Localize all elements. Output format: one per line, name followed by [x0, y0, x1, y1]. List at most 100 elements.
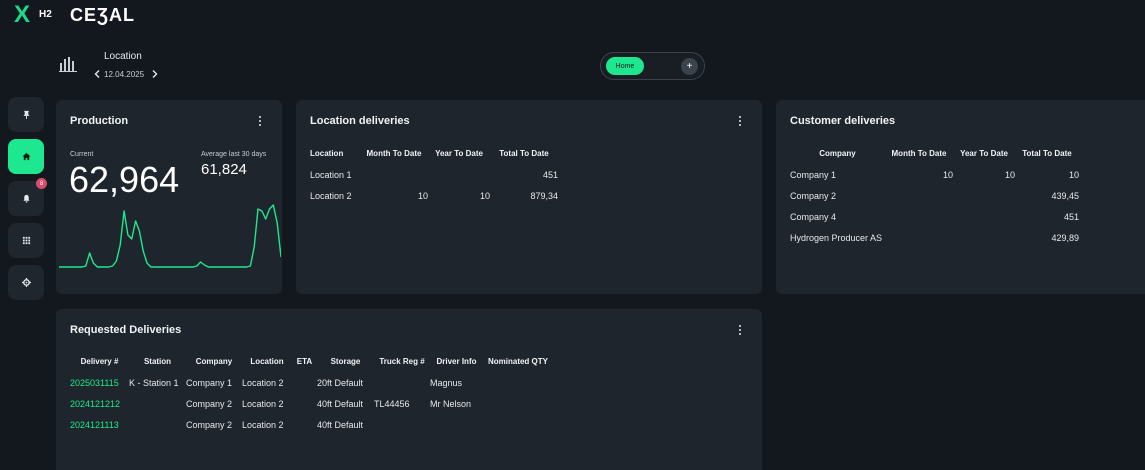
sidebar-settings-button[interactable] — [8, 265, 44, 300]
production-card: Production Current 62,964 Average last 3… — [56, 100, 282, 294]
table-cell — [129, 393, 186, 414]
table-cell: 10 — [942, 169, 953, 180]
sidebar-pin-button[interactable] — [8, 97, 44, 132]
table-cell — [885, 185, 953, 206]
table-row: Company 2 439,45 — [790, 185, 1079, 206]
table-cell — [428, 164, 490, 185]
table-header: ETA — [296, 357, 313, 366]
chevron-right-icon[interactable] — [150, 69, 160, 79]
add-tab-button[interactable]: + — [681, 58, 698, 75]
table-cell — [430, 414, 483, 435]
brand-x-mark: X — [14, 1, 31, 28]
brand-name: CEƷAL — [70, 5, 135, 25]
table-cell: 10 — [1068, 169, 1079, 180]
production-average-label: Average last 30 days — [201, 151, 267, 158]
table-header: Month To Date — [366, 149, 422, 158]
table-cell: Company 2 — [186, 419, 233, 430]
tab-home[interactable]: Home — [606, 57, 644, 75]
location-date: 12.04.2025 — [104, 69, 145, 79]
table-header: Station — [143, 357, 172, 366]
table-cell: 429,89 — [1051, 232, 1079, 243]
table-cell — [292, 372, 317, 393]
table-cell — [953, 185, 1015, 206]
date-navigator: 12.04.2025 — [92, 69, 160, 79]
table-row: Location 2 10 10 879,34 — [310, 185, 558, 206]
table-row: 2025031115 K - Station 1 Company 1 Locat… — [70, 372, 553, 393]
chart-bars-icon — [59, 57, 77, 72]
table-header: Total To Date — [499, 149, 549, 158]
location-deliveries-title: Location deliveries — [310, 115, 410, 127]
table-cell — [374, 414, 430, 435]
table-cell: Company 1 — [186, 377, 233, 388]
table-cell: Company 2 — [790, 190, 837, 201]
bell-icon — [22, 194, 30, 203]
table-cell: 10 — [1004, 169, 1015, 180]
requested-deliveries-title: Requested Deliveries — [70, 324, 182, 336]
table-header: Truck Reg # — [379, 357, 425, 366]
table-cell: Company 1 — [790, 169, 837, 180]
gear-icon — [21, 278, 31, 287]
table-cell: Location 1 — [310, 169, 352, 180]
table-cell — [953, 227, 1015, 248]
chevron-left-icon[interactable] — [92, 69, 102, 79]
location-deliveries-more-icon[interactable] — [737, 115, 743, 127]
table-cell: 10 — [479, 190, 490, 201]
table-header: Total To Date — [1022, 149, 1072, 158]
table-cell — [360, 164, 428, 185]
table-cell: 10 — [417, 190, 428, 201]
table-header: Year To Date — [435, 149, 483, 158]
table-cell — [483, 393, 553, 414]
production-more-icon[interactable] — [257, 115, 263, 127]
location-deliveries-card: Location deliveries Location Month To Da… — [296, 100, 762, 294]
delivery-number-link[interactable]: 2025031115 — [70, 372, 129, 393]
sidebar-home-button[interactable] — [8, 139, 44, 174]
table-cell: 20ft Default — [317, 377, 364, 388]
table-cell: K - Station 1 — [129, 377, 179, 388]
table-header: Company — [195, 357, 233, 366]
sidebar-apps-button[interactable] — [8, 223, 44, 258]
table-cell — [292, 414, 317, 435]
location-deliveries-table: Location Month To Date Year To Date Tota… — [310, 143, 558, 206]
table-cell: Hydrogen Producer AS — [790, 232, 883, 243]
table-cell — [292, 393, 317, 414]
dashboard-tabs: Home + — [600, 52, 705, 80]
table-row: Hydrogen Producer AS 429,89 — [790, 227, 1079, 248]
requested-deliveries-more-icon[interactable] — [737, 324, 743, 336]
production-average-value: 61,824 — [201, 161, 247, 178]
table-cell — [129, 414, 186, 435]
customer-deliveries-table: Company Month To Date Year To Date Total… — [790, 143, 1079, 248]
table-cell: Location 2 — [242, 398, 284, 409]
location-title: Location — [104, 51, 142, 62]
production-title: Production — [70, 115, 129, 127]
table-cell: Company 4 — [790, 211, 837, 222]
table-header: Year To Date — [960, 149, 1008, 158]
table-cell: Company 2 — [186, 398, 233, 409]
table-cell: 879,34 — [530, 190, 558, 201]
table-header: Nominated QTY — [487, 357, 548, 366]
table-cell: 40ft Default — [317, 398, 364, 409]
home-icon — [21, 152, 31, 161]
table-header: Location — [310, 149, 344, 158]
table-cell: 451 — [542, 169, 558, 180]
table-row: 2024121212 Company 2 Location 2 40ft Def… — [70, 393, 553, 414]
table-header: Storage — [330, 357, 361, 366]
pin-icon — [22, 110, 30, 119]
grid-icon — [22, 236, 30, 245]
customer-deliveries-card: Customer deliveries Company Month To Dat… — [776, 100, 1145, 294]
delivery-number-link[interactable]: 2024121212 — [70, 393, 129, 414]
table-cell: 439,45 — [1051, 190, 1079, 201]
table-cell: Magnus — [430, 377, 463, 388]
table-header: Location — [250, 357, 284, 366]
table-header: Delivery # — [80, 357, 119, 366]
table-cell: 451 — [1063, 211, 1079, 222]
requested-deliveries-table: Delivery # Station Company Location ETA … — [70, 351, 553, 435]
requested-deliveries-card: Requested Deliveries Delivery # Station … — [56, 309, 762, 470]
table-header: Company — [819, 149, 856, 158]
table-cell: Mr Nelson — [430, 398, 472, 409]
table-cell: TL44456 — [374, 398, 410, 409]
delivery-number-link[interactable]: 2024121113 — [70, 414, 129, 435]
table-row: Company 1 10 10 10 — [790, 164, 1079, 185]
table-row: Location 1 451 — [310, 164, 558, 185]
table-cell — [483, 372, 553, 393]
table-cell — [483, 414, 553, 435]
